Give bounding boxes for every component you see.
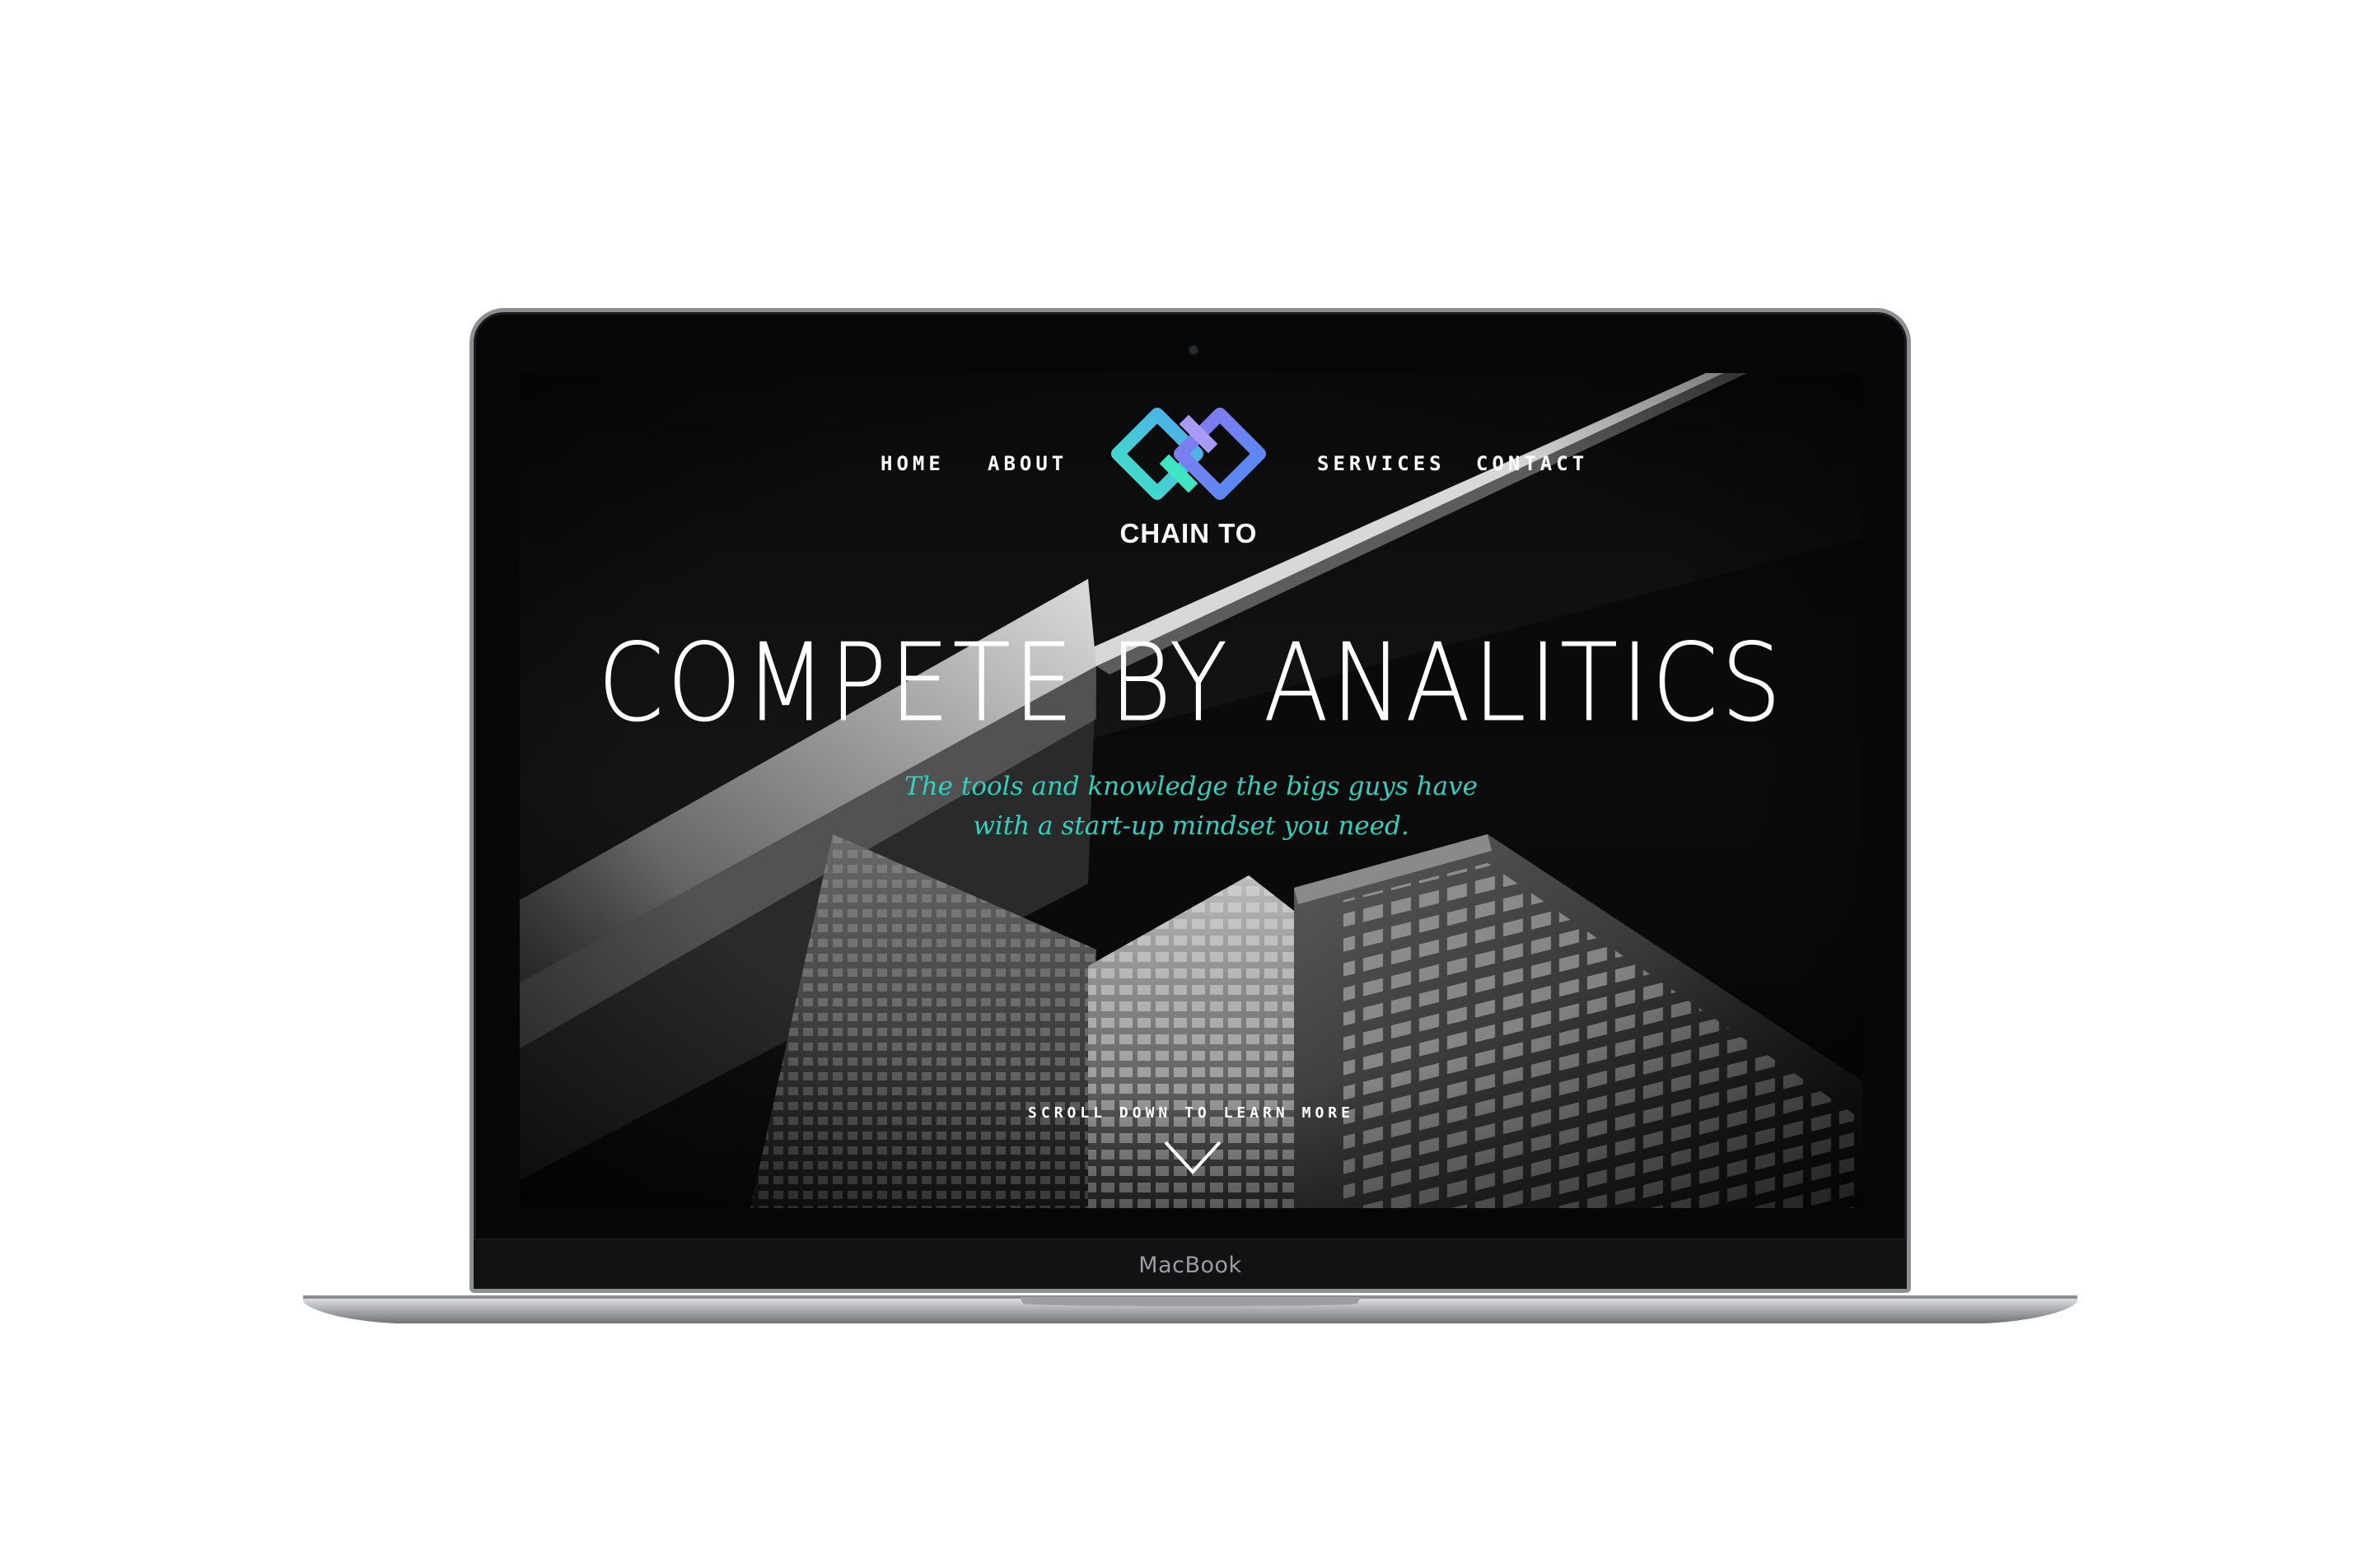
laptop-base	[303, 1289, 2077, 1325]
website-screen: HOME ABOUT SERVICES CONTACT CHAIN TO COM…	[520, 373, 1862, 1208]
hero-subline-line-1: The tools and knowledge the bigs guys ha…	[904, 772, 1478, 801]
hero-subline: The tools and knowledge the bigs guys ha…	[520, 767, 1862, 846]
laptop-chin: MacBook	[474, 1239, 1907, 1289]
laptop-lid: HOME ABOUT SERVICES CONTACT CHAIN TO COM…	[469, 308, 1911, 1293]
device-brand-label: MacBook	[1138, 1253, 1242, 1278]
chevron-down-icon[interactable]	[1162, 1137, 1223, 1177]
chain-link-logo-icon	[1111, 408, 1266, 500]
hero-subline-line-2: with a start-up mindset you need.	[973, 811, 1409, 841]
hero-headline: COMPETE BY ANALITICS	[587, 629, 1796, 738]
mockup-stage: HOME ABOUT SERVICES CONTACT CHAIN TO COM…	[0, 0, 2359, 1568]
nav-about[interactable]: ABOUT	[988, 452, 1067, 475]
hero-headline-text: COMPETE BY ANALITICS	[597, 620, 1785, 746]
camera-icon	[1189, 346, 1198, 354]
nav-home[interactable]: HOME	[881, 452, 945, 475]
nav-services[interactable]: SERVICES	[1317, 452, 1446, 475]
scroll-hint[interactable]: SCROLL DOWN TO LEARN MORE	[520, 1104, 1862, 1122]
brand-logo-link[interactable]: CHAIN TO	[1106, 406, 1271, 571]
nav-contact[interactable]: CONTACT	[1476, 452, 1588, 475]
laptop-base-shape	[303, 1295, 2077, 1323]
logo-wordmark: CHAIN TO	[1119, 518, 1258, 548]
